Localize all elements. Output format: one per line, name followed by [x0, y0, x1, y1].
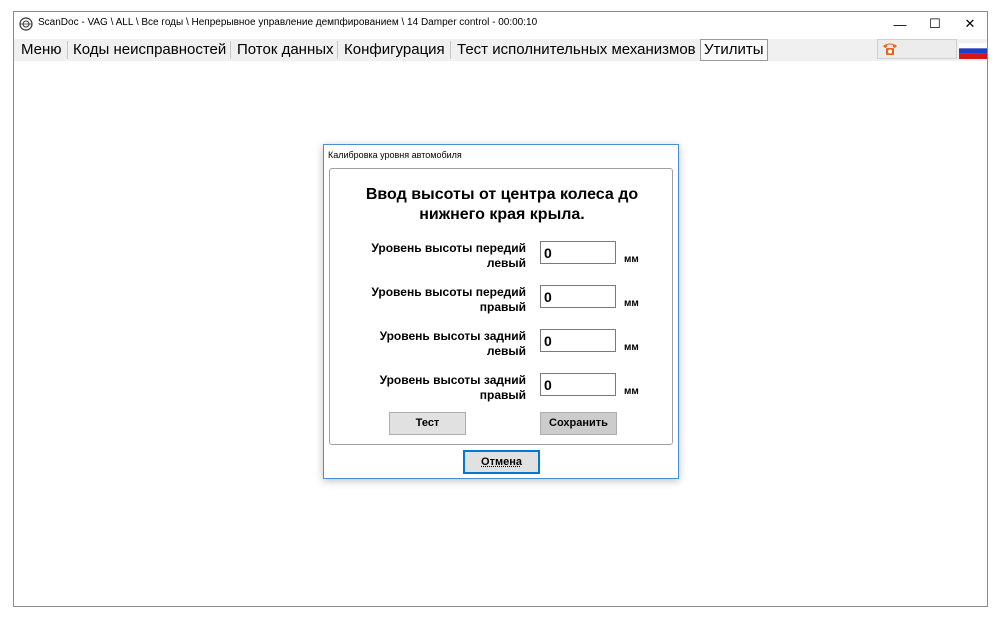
- menu-item-configuration[interactable]: Конфигурация: [341, 39, 448, 61]
- front-left-height-input[interactable]: [540, 241, 616, 264]
- menu-item-menu[interactable]: Меню: [18, 39, 65, 61]
- cancel-button[interactable]: Отмена: [463, 450, 540, 474]
- calibration-dialog: Калибровка уровня автомобиля Ввод высоты…: [323, 144, 679, 479]
- minimize-icon: —: [893, 16, 907, 32]
- rear-right-unit: мм: [624, 386, 639, 397]
- dialog-heading: Ввод высоты от центра колеса до нижнего …: [365, 186, 639, 223]
- test-button[interactable]: Тест: [389, 412, 466, 435]
- minimize-button[interactable]: —: [883, 12, 917, 36]
- front-right-label: Уровень высоты передий правый: [371, 285, 526, 314]
- menu-item-data-stream[interactable]: Поток данных: [234, 39, 337, 61]
- maximize-button[interactable]: ☐: [918, 12, 952, 36]
- cancel-button-label: Отмена: [481, 456, 522, 468]
- close-button[interactable]: ✕: [953, 12, 987, 36]
- phone-icon: [883, 43, 897, 55]
- rear-right-height-input[interactable]: [540, 373, 616, 396]
- save-button[interactable]: Сохранить: [540, 412, 617, 435]
- window-title: ScanDoc - VAG \ ALL \ Все годы \ Непреры…: [38, 17, 538, 28]
- dialog-panel: Ввод высоты от центра колеса до нижнего …: [329, 168, 673, 445]
- menu-bar: Меню Коды неисправностей Поток данных Ко…: [14, 39, 987, 61]
- menu-item-utilities[interactable]: Утилиты: [700, 39, 768, 61]
- phone-button[interactable]: [877, 39, 957, 59]
- menu-item-actuator-test[interactable]: Тест исполнительных механизмов: [454, 39, 699, 61]
- menu-separator: [450, 41, 451, 59]
- menu-separator: [230, 41, 231, 59]
- app-logo-icon: [19, 17, 33, 31]
- title-bar[interactable]: ScanDoc - VAG \ ALL \ Все годы \ Непреры…: [14, 12, 987, 36]
- russian-flag-icon[interactable]: [959, 43, 987, 59]
- menu-separator: [337, 41, 338, 59]
- menu-item-fault-codes[interactable]: Коды неисправностей: [70, 39, 229, 61]
- rear-left-label: Уровень высоты задний левый: [379, 329, 526, 358]
- front-left-label: Уровень высоты передий левый: [371, 241, 526, 270]
- menu-separator: [67, 41, 68, 59]
- dialog-title: Калибровка уровня автомобиля: [328, 150, 462, 160]
- rear-right-label: Уровень высоты задний правый: [379, 373, 526, 402]
- front-right-height-input[interactable]: [540, 285, 616, 308]
- close-icon: ✕: [964, 16, 976, 31]
- maximize-icon: ☐: [929, 16, 941, 31]
- front-right-unit: мм: [624, 298, 639, 309]
- rear-left-height-input[interactable]: [540, 329, 616, 352]
- front-left-unit: мм: [624, 254, 639, 265]
- rear-left-unit: мм: [624, 342, 639, 353]
